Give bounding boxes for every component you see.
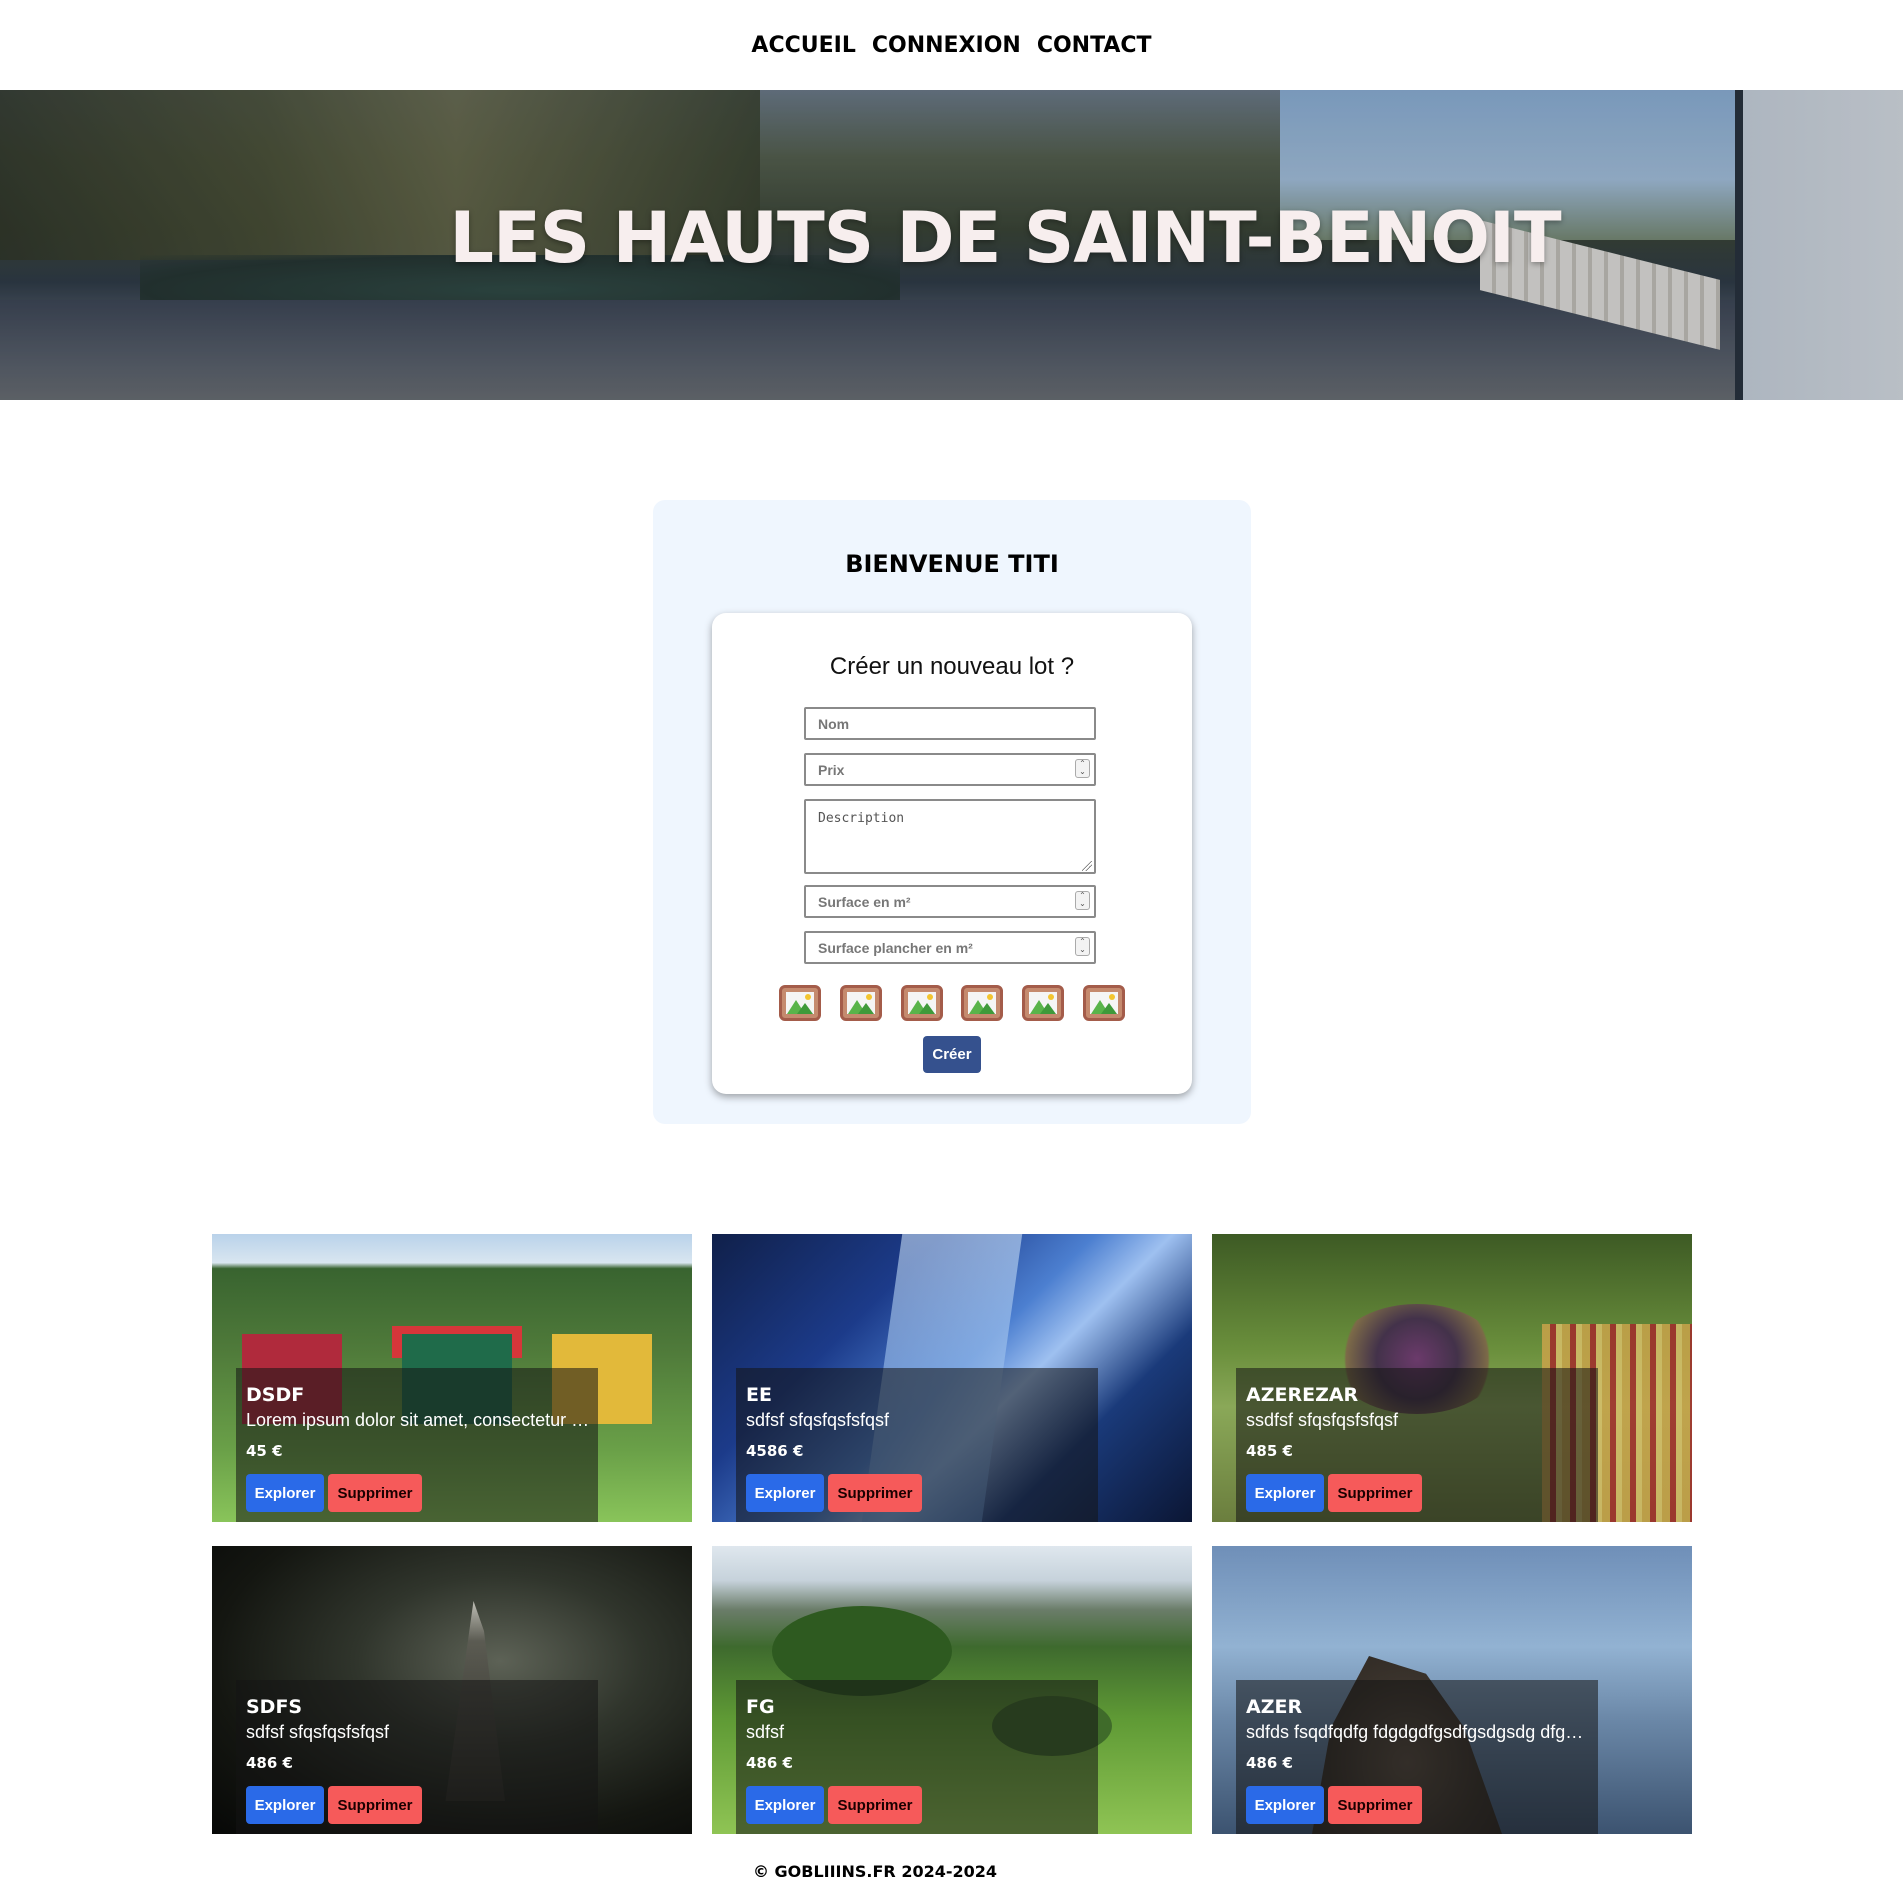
floor-surface-input[interactable]	[804, 931, 1096, 964]
explore-button[interactable]: Explorer	[246, 1786, 324, 1824]
delete-button[interactable]: Supprimer	[828, 1786, 922, 1824]
lot-name: AZEREZAR	[1246, 1384, 1359, 1406]
surface-input[interactable]	[804, 885, 1096, 918]
surface-stepper-icon[interactable]: ⌃ ⌄	[1075, 891, 1090, 910]
delete-button[interactable]: Supprimer	[328, 1786, 422, 1824]
lot-card[interactable]: SDFS sdfsf sfqsfqsfsfqsf 486 € Explorer …	[212, 1546, 692, 1834]
lot-card[interactable]: FG sdfsf 486 € Explorer Supprimer	[712, 1546, 1192, 1834]
image-upload-icon[interactable]	[1082, 985, 1125, 1021]
lot-description: sdfsf sfqsfqsfsfqsf	[246, 1722, 390, 1742]
lot-name: SDFS	[246, 1696, 303, 1718]
explore-button[interactable]: Explorer	[1246, 1474, 1324, 1512]
lot-price: 45 €	[246, 1442, 283, 1460]
lot-name: FG	[746, 1696, 775, 1718]
nav-link-contact[interactable]: CONTACT	[1037, 33, 1152, 58]
lot-description: sdfsf sfqsfqsfsfqsf	[746, 1410, 890, 1430]
lot-price: 4586 €	[746, 1442, 804, 1460]
price-stepper-icon[interactable]: ⌃ ⌄	[1075, 759, 1090, 778]
lot-price: 486 €	[1246, 1754, 1293, 1772]
lot-card[interactable]: EE sdfsf sfqsfqsfsfqsf 4586 € Explorer S…	[712, 1234, 1192, 1522]
lot-description: Lorem ipsum dolor sit amet, consectetur …	[246, 1410, 590, 1430]
price-field-wrapper: ⌃⌄	[712, 753, 1192, 786]
delete-button[interactable]: Supprimer	[328, 1474, 422, 1512]
lot-description: ssdfsf sfqsfqsfsfqsf	[1246, 1410, 1399, 1430]
price-input[interactable]	[804, 753, 1096, 786]
lot-name: AZER	[1246, 1696, 1303, 1718]
explore-button[interactable]: Explorer	[746, 1786, 824, 1824]
image-upload-icon[interactable]	[779, 985, 821, 1021]
floor-surface-field-wrapper: ⌃⌄	[712, 931, 1192, 964]
create-lot-form: Créer un nouveau lot ? ⌃⌄ ⌃⌄ ⌃⌄ Créer	[712, 613, 1192, 1094]
image-upload-icon[interactable]	[1022, 985, 1065, 1021]
welcome-panel: BIENVENUE TITI Créer un nouveau lot ? ⌃⌄…	[653, 500, 1251, 1124]
image-upload-icon[interactable]	[961, 985, 1004, 1021]
footer-copyright: © GOBLIIINS.FR 2024-2024	[752, 1862, 998, 1881]
image-upload-icon[interactable]	[900, 985, 943, 1021]
footer: © GOBLIIINS.FR 2024-2024	[0, 1862, 1750, 1881]
name-input[interactable]	[804, 707, 1096, 740]
nav-link-connexion[interactable]: CONNEXION	[872, 33, 1021, 58]
main-nav: ACCUEIL CONNEXION CONTACT	[0, 0, 1903, 90]
image-upload-row	[779, 985, 1125, 1023]
delete-button[interactable]: Supprimer	[828, 1474, 922, 1512]
explore-button[interactable]: Explorer	[1246, 1786, 1324, 1824]
lot-card[interactable]: DSDF Lorem ipsum dolor sit amet, consect…	[212, 1234, 692, 1522]
nav-link-accueil[interactable]: ACCUEIL	[751, 33, 855, 58]
lot-name: DSDF	[246, 1384, 305, 1406]
lot-description: sdfsf	[746, 1722, 785, 1742]
form-title: Créer un nouveau lot ?	[829, 653, 1075, 680]
image-upload-icon[interactable]	[839, 985, 882, 1021]
welcome-title: BIENVENUE TITI	[845, 550, 1059, 578]
description-field-wrapper	[712, 799, 1192, 874]
resize-grip-icon[interactable]	[1082, 861, 1092, 871]
lot-card[interactable]: AZEREZAR ssdfsf sfqsfqsfsfqsf 485 € Expl…	[1212, 1234, 1692, 1522]
lot-card[interactable]: AZER sdfds fsqdfqdfg fdgdgdfgsdfgsdgsdg …	[1212, 1546, 1692, 1834]
explore-button[interactable]: Explorer	[246, 1474, 324, 1512]
lot-name: EE	[746, 1384, 772, 1406]
hero-banner: LES HAUTS DE SAINT-BENOIT	[0, 90, 1903, 400]
lot-price: 486 €	[746, 1754, 793, 1772]
floor-surface-stepper-icon[interactable]: ⌃ ⌄	[1075, 937, 1090, 956]
delete-button[interactable]: Supprimer	[1328, 1786, 1422, 1824]
delete-button[interactable]: Supprimer	[1328, 1474, 1422, 1512]
explore-button[interactable]: Explorer	[746, 1474, 824, 1512]
lot-description: sdfds fsqdfqdfg fdgdgdfgsdfgsdgsdg dfg…	[1246, 1722, 1584, 1742]
lot-price: 486 €	[246, 1754, 293, 1772]
hero-title: LES HAUTS DE SAINT-BENOIT	[449, 197, 1561, 279]
description-textarea[interactable]	[804, 799, 1096, 874]
create-lot-button[interactable]: Créer	[923, 1036, 981, 1073]
surface-field-wrapper: ⌃⌄	[712, 885, 1192, 918]
lot-price: 485 €	[1246, 1442, 1293, 1460]
